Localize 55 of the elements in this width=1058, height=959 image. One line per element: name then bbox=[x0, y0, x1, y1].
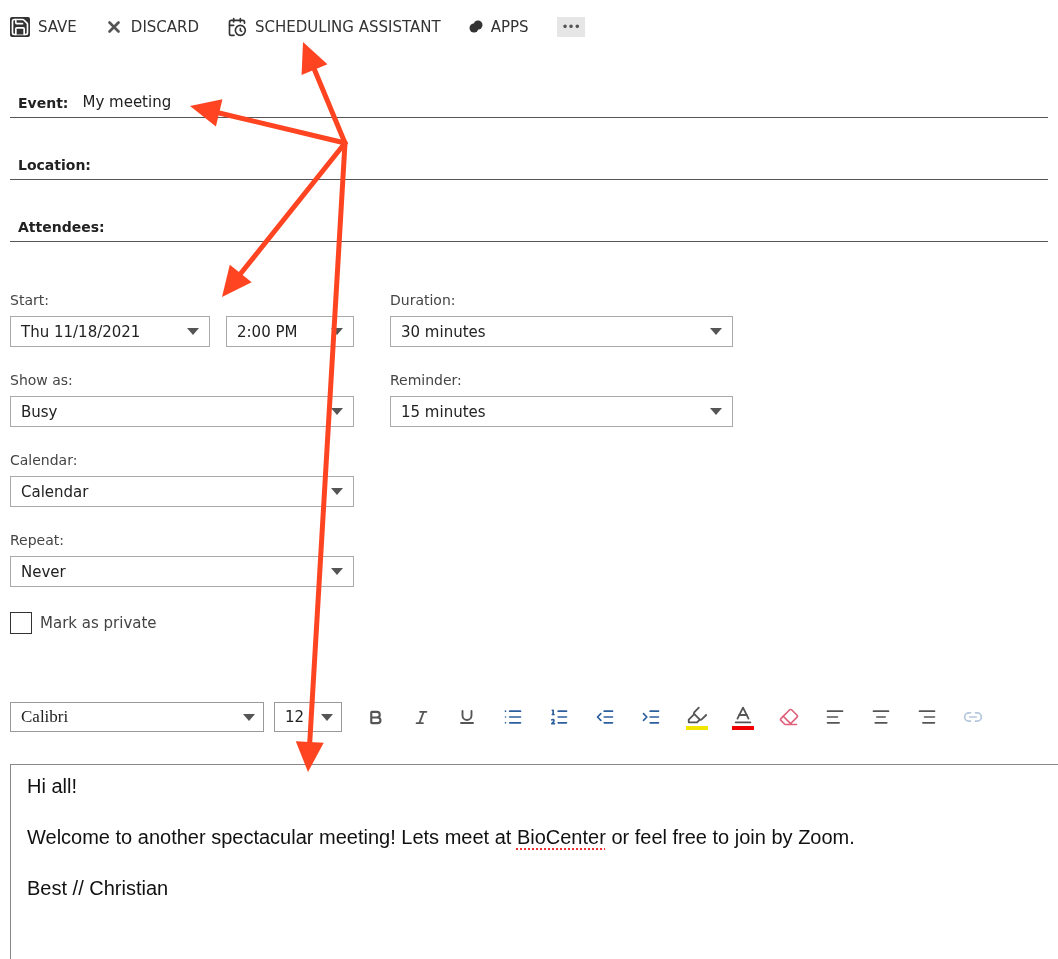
show-as-label: Show as: bbox=[10, 372, 73, 388]
eraser-icon bbox=[779, 707, 799, 727]
body-paragraph: Hi all! bbox=[27, 775, 78, 798]
caret-icon bbox=[710, 408, 722, 415]
font-size-dropdown[interactable]: 12 bbox=[274, 702, 342, 732]
field-label: Attendees: bbox=[18, 219, 105, 235]
calendar-dropdown[interactable]: Calendar bbox=[10, 476, 354, 507]
more-button[interactable]: ••• bbox=[556, 17, 585, 37]
save-button[interactable]: SAVE bbox=[10, 17, 77, 37]
date-dropdown[interactable]: Thu 11/18/2021 bbox=[10, 316, 210, 347]
repeat-dropdown[interactable]: Never bbox=[10, 556, 354, 587]
schedule-button[interactable]: SCHEDULING ASSISTANT bbox=[227, 17, 441, 37]
apps-icon bbox=[468, 20, 483, 34]
field-label: Location: bbox=[18, 157, 91, 173]
duration-label: Duration: bbox=[390, 292, 456, 308]
align-center-icon bbox=[871, 707, 891, 727]
body-paragraph: Best // Christian bbox=[27, 877, 170, 900]
save-icon bbox=[10, 17, 30, 37]
calendar-clock-icon bbox=[227, 17, 248, 37]
repeat-label: Repeat: bbox=[10, 532, 64, 548]
reminder-dropdown[interactable]: 15 minutes bbox=[390, 396, 733, 427]
calendar-label: Calendar: bbox=[10, 452, 78, 468]
numbered-list-icon bbox=[549, 707, 569, 727]
caret-icon bbox=[243, 713, 255, 721]
field-label: Event: bbox=[18, 95, 69, 111]
indent-icon bbox=[641, 707, 661, 727]
bulleted-list-icon bbox=[503, 707, 523, 727]
caret-icon bbox=[331, 408, 343, 415]
caret-icon bbox=[331, 328, 343, 335]
message-body[interactable]: Hi all! Welcome to another spectacular meeting! Lets meet at BioCenter or feel free to join by Zoom. Best // Christian bbox=[10, 764, 1058, 959]
duration-dropdown[interactable]: 30 minutes bbox=[390, 316, 733, 347]
checkbox-label: Mark as private bbox=[40, 614, 157, 632]
start-label: Start: bbox=[10, 292, 49, 308]
align-right-icon bbox=[917, 707, 937, 727]
discard-button[interactable]: DISCARD bbox=[104, 18, 200, 36]
caret-icon bbox=[331, 568, 343, 575]
underline-icon bbox=[458, 708, 476, 726]
caret-icon bbox=[187, 328, 199, 335]
attendees-field[interactable]: Attendees: bbox=[10, 192, 1048, 242]
location-field[interactable]: Location: bbox=[10, 130, 1048, 180]
highlighter-icon bbox=[686, 704, 708, 730]
font-dropdown[interactable]: Calibri bbox=[10, 702, 264, 732]
font-color-icon bbox=[732, 704, 754, 730]
align-left-icon bbox=[825, 707, 845, 727]
private-checkbox[interactable] bbox=[10, 612, 32, 634]
time-dropdown[interactable]: 2:00 PM bbox=[226, 316, 354, 347]
caret-icon bbox=[331, 488, 343, 495]
apps-button[interactable]: APPS bbox=[468, 18, 529, 36]
field-value: My meeting bbox=[82, 93, 172, 111]
body-paragraph: Welcome to another spectacular meeting! Lets meet at BioCenter or feel free to join by Zoom. bbox=[27, 826, 856, 849]
outdent-icon bbox=[595, 707, 615, 727]
caret-icon bbox=[321, 713, 333, 721]
show-as-dropdown[interactable]: Busy bbox=[10, 396, 354, 427]
caret-icon bbox=[710, 328, 722, 335]
reminder-label: Reminder: bbox=[390, 372, 462, 388]
